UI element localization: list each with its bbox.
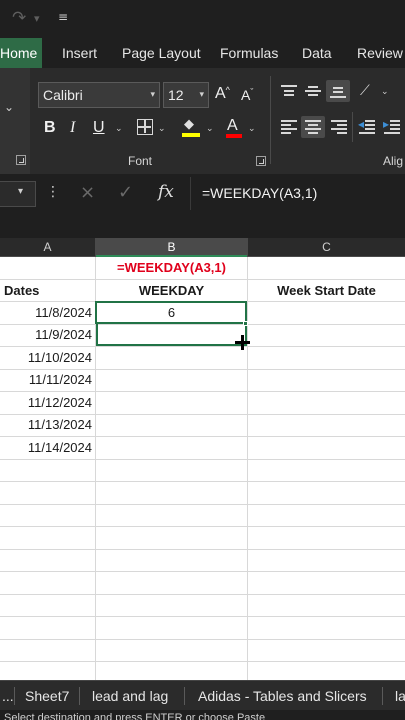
clipboard-group-edge: ⌄	[0, 68, 30, 174]
alignment-group-label: Alig	[383, 154, 404, 168]
sheet-tab-truncated[interactable]: la	[395, 681, 405, 711]
font-color-label: A	[227, 117, 238, 134]
formula-annotation[interactable]: =WEEKDAY(A3,1)	[96, 257, 247, 279]
top-align-icon[interactable]	[281, 84, 297, 98]
orientation-icon[interactable]: ⟋	[360, 83, 370, 99]
ribbon-tabs: Home Insert Page Layout Formulas Data Re…	[0, 38, 405, 68]
sheet-tab-overflow[interactable]: ...	[2, 681, 14, 711]
font-size-select[interactable]: 12 ▾	[163, 82, 209, 108]
font-color-button[interactable]: A	[224, 117, 244, 139]
font-name-value: Calibri	[43, 87, 83, 103]
grow-font-icon: ^	[225, 85, 230, 95]
header-weekday[interactable]: WEEKDAY	[96, 280, 247, 302]
dialog-launcher-icon[interactable]	[256, 156, 266, 166]
bold-button[interactable]: B	[44, 119, 56, 137]
date-cell[interactable]: 11/11/2024	[0, 369, 95, 391]
tab-insert[interactable]: Insert	[62, 38, 97, 68]
italic-button[interactable]: I	[70, 119, 75, 137]
align-center-icon	[305, 120, 321, 134]
grow-font-label: A	[215, 85, 226, 102]
fill-handle[interactable]	[243, 321, 248, 326]
group-divider	[270, 76, 271, 164]
formula-bar: ▾ ⋮ × ✓ fx =WEEKDAY(A3,1)	[0, 174, 405, 238]
tab-review[interactable]: Review	[357, 38, 403, 68]
shrink-font-button[interactable]: Aˇ	[241, 87, 253, 103]
chevron-down-icon: ▾	[150, 90, 155, 100]
tab-formulas[interactable]: Formulas	[220, 38, 278, 68]
more-options-icon[interactable]: ⋮	[46, 184, 60, 200]
cancel-icon[interactable]: ×	[80, 182, 95, 203]
align-left-icon[interactable]	[281, 120, 297, 134]
tab-home[interactable]: Home	[0, 38, 42, 68]
name-box[interactable]: ▾	[0, 181, 36, 207]
sheet-tab-sheet7[interactable]: Sheet7	[25, 681, 69, 711]
status-text: Select destination and press ENTER or ch…	[4, 712, 266, 720]
chevron-down-icon[interactable]: ⌄	[206, 124, 214, 134]
align-right-icon[interactable]	[331, 120, 347, 134]
fill-color-icon[interactable]: ◆	[180, 117, 202, 138]
font-group-label: Font	[128, 154, 153, 168]
underline-button[interactable]: U	[93, 119, 105, 137]
column-header-a[interactable]: A	[0, 238, 95, 257]
column-headers: A B C	[0, 238, 405, 257]
grow-font-button[interactable]: A^	[215, 85, 230, 103]
chevron-down-icon[interactable]: ⌄	[381, 87, 389, 97]
header-week-start-date[interactable]: Week Start Date	[248, 280, 405, 302]
middle-align-icon[interactable]	[305, 84, 321, 98]
bottom-align-button[interactable]	[326, 80, 350, 102]
chevron-down-icon[interactable]: ⌄	[4, 100, 14, 114]
selection-border	[96, 324, 247, 346]
redo-icon[interactable]: ↷	[12, 8, 26, 28]
title-bar: ↷ ▾ ≡	[0, 0, 405, 38]
chevron-down-icon[interactable]: ▾	[34, 12, 40, 25]
selection-border	[95, 301, 247, 324]
chevron-down-icon[interactable]: ▾	[18, 186, 23, 197]
status-bar: Select destination and press ENTER or ch…	[0, 710, 405, 720]
sheet-tab-adidas-tables-and-slicers[interactable]: Adidas - Tables and Slicers	[198, 681, 367, 711]
customize-qat-icon[interactable]: ≡	[58, 10, 68, 24]
worksheet-grid[interactable]: =WEEKDAY(A3,1) Dates WEEKDAY Week Start …	[0, 257, 405, 680]
tab-data[interactable]: Data	[302, 38, 332, 68]
font-size-value: 12	[168, 87, 184, 103]
sheet-tabs: ... Sheet7 lead and lag Adidas - Tables …	[0, 680, 405, 710]
chevron-down-icon: ▾	[199, 90, 204, 100]
shrink-font-icon: ˇ	[250, 87, 254, 97]
date-cell[interactable]: 11/12/2024	[0, 392, 95, 414]
insert-function-icon[interactable]: fx	[158, 182, 174, 202]
header-dates[interactable]: Dates	[4, 280, 94, 302]
tab-label: Home	[0, 45, 38, 61]
date-cell[interactable]: 11/10/2024	[0, 347, 95, 369]
excel-window: ↷ ▾ ≡ Home Insert Page Layout Formulas D…	[0, 0, 405, 720]
column-header-b[interactable]: B	[96, 238, 247, 257]
formula-input[interactable]: =WEEKDAY(A3,1)	[190, 177, 405, 210]
chevron-down-icon[interactable]: ⌄	[158, 124, 166, 134]
enter-icon[interactable]: ✓	[118, 182, 133, 203]
decrease-indent-icon[interactable]: ◂	[358, 117, 375, 134]
font-color-swatch	[226, 134, 242, 138]
column-header-c[interactable]: C	[248, 238, 405, 257]
font-name-select[interactable]: Calibri ▾	[38, 82, 160, 108]
date-cell[interactable]: 11/13/2024	[0, 414, 95, 436]
bottom-align-icon	[330, 84, 346, 98]
tab-page-layout[interactable]: Page Layout	[122, 38, 201, 68]
dialog-launcher-icon[interactable]	[16, 155, 26, 165]
date-cell[interactable]: 11/9/2024	[0, 324, 95, 346]
date-cell[interactable]: 11/8/2024	[0, 302, 95, 324]
increase-indent-icon[interactable]: ▸	[383, 117, 400, 134]
sheet-tab-lead-and-lag[interactable]: lead and lag	[92, 681, 168, 711]
date-cell[interactable]: 11/14/2024	[0, 437, 95, 459]
align-center-button[interactable]	[301, 116, 325, 138]
shrink-font-label: A	[241, 87, 251, 103]
fill-cursor-icon	[235, 335, 250, 350]
borders-icon[interactable]	[137, 119, 153, 135]
group-divider	[352, 112, 353, 142]
chevron-down-icon[interactable]: ⌄	[115, 124, 123, 134]
ribbon: ⌄ Calibri ▾ 12 ▾ A^ Aˇ B I U ⌄ ⌄ ◆ ⌄ A ⌄…	[0, 68, 405, 174]
chevron-down-icon[interactable]: ⌄	[248, 124, 256, 134]
